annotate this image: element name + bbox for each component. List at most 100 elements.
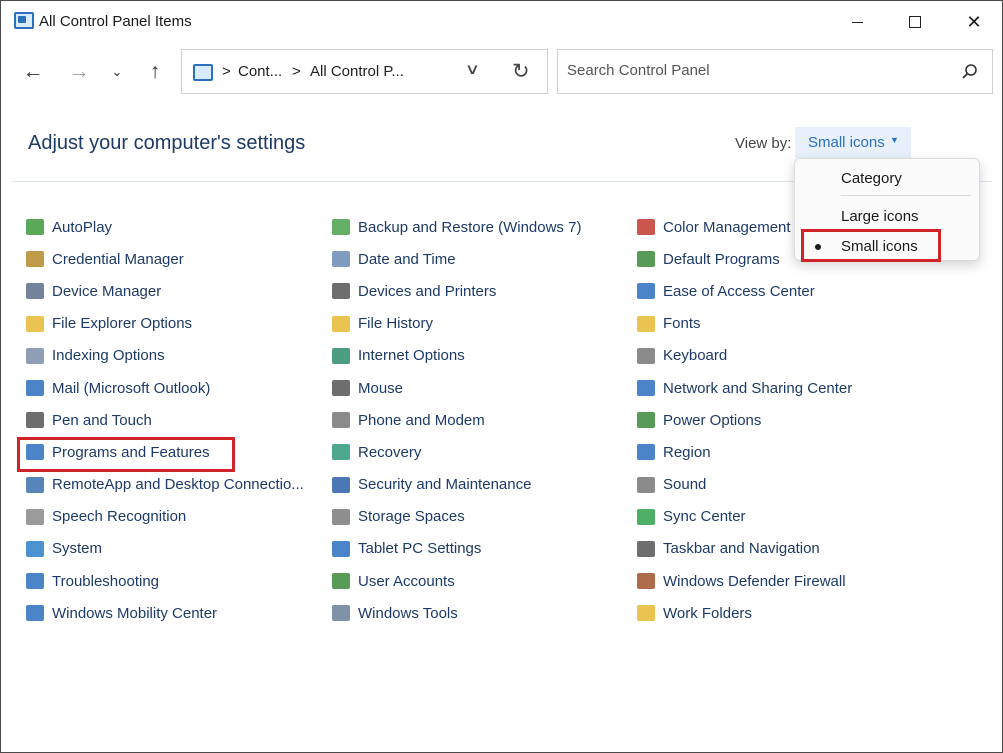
item-label[interactable]: Storage Spaces (358, 508, 465, 525)
control-panel-item[interactable]: Windows Defender Firewall (636, 565, 936, 597)
item-label[interactable]: Indexing Options (52, 347, 165, 364)
control-panel-item[interactable]: AutoPlay (25, 211, 325, 243)
control-panel-item[interactable]: Region (636, 436, 936, 468)
address-bar[interactable]: > Cont... > All Control P... ∨ ↻ (181, 49, 548, 94)
item-label[interactable]: Sound (663, 476, 706, 493)
item-label[interactable]: Mail (Microsoft Outlook) (52, 380, 210, 397)
item-label[interactable]: Security and Maintenance (358, 476, 531, 493)
control-panel-item[interactable]: Keyboard (636, 340, 936, 372)
control-panel-item[interactable]: File History (331, 308, 631, 340)
item-label[interactable]: Color Management (663, 219, 791, 236)
maximize-icon (909, 16, 921, 28)
maximize-button[interactable] (885, 1, 945, 43)
item-label[interactable]: Troubleshooting (52, 573, 159, 590)
control-panel-item[interactable]: Mail (Microsoft Outlook) (25, 372, 325, 404)
control-panel-item[interactable]: Security and Maintenance (331, 469, 631, 501)
item-label[interactable]: Windows Defender Firewall (663, 573, 846, 590)
control-panel-item[interactable]: Windows Mobility Center (25, 597, 325, 629)
item-label[interactable]: Windows Mobility Center (52, 605, 217, 622)
control-panel-item[interactable]: Internet Options (331, 340, 631, 372)
breadcrumb-separator[interactable]: > (292, 63, 301, 80)
item-label[interactable]: Internet Options (358, 347, 465, 364)
item-label[interactable]: Windows Tools (358, 605, 458, 622)
recent-locations-button[interactable]: ⌄ (102, 59, 132, 85)
control-panel-item[interactable]: Ease of Access Center (636, 275, 936, 307)
control-panel-item[interactable]: Power Options (636, 404, 936, 436)
control-panel-item[interactable]: Backup and Restore (Windows 7) (331, 211, 631, 243)
item-label[interactable]: File Explorer Options (52, 315, 192, 332)
control-panel-item[interactable]: Troubleshooting (25, 565, 325, 597)
control-panel-item[interactable]: Mouse (331, 372, 631, 404)
control-panel-item[interactable]: Pen and Touch (25, 404, 325, 436)
item-label[interactable]: Credential Manager (52, 251, 184, 268)
item-label[interactable]: Region (663, 444, 711, 461)
close-button[interactable]: ✕ (944, 1, 1003, 43)
item-label[interactable]: Phone and Modem (358, 412, 485, 429)
item-label[interactable]: Sync Center (663, 508, 746, 525)
control-panel-item[interactable]: Device Manager (25, 275, 325, 307)
refresh-icon[interactable]: ↻ (512, 59, 530, 84)
control-panel-item[interactable]: Recovery (331, 436, 631, 468)
control-panel-item[interactable]: Tablet PC Settings (331, 533, 631, 565)
control-panel-item[interactable]: Sound (636, 469, 936, 501)
control-panel-item[interactable]: Fonts (636, 308, 936, 340)
control-panel-item[interactable]: Taskbar and Navigation (636, 533, 936, 565)
back-button[interactable]: ← (18, 59, 48, 85)
item-label[interactable]: Tablet PC Settings (358, 540, 481, 557)
item-label[interactable]: Device Manager (52, 283, 161, 300)
control-panel-item[interactable]: Devices and Printers (331, 275, 631, 307)
control-panel-item[interactable]: Network and Sharing Center (636, 372, 936, 404)
menu-item-category[interactable]: Category (841, 170, 902, 187)
up-button[interactable]: ↑ (140, 59, 170, 85)
menu-item-large-icons[interactable]: Large icons (841, 208, 919, 225)
search-input[interactable] (567, 62, 947, 79)
search-icon[interactable] (960, 62, 980, 82)
control-panel-icon (14, 12, 34, 29)
breadcrumb-all-items[interactable]: All Control P... (310, 63, 404, 80)
item-label[interactable]: Work Folders (663, 605, 752, 622)
item-label[interactable]: Power Options (663, 412, 761, 429)
control-panel-item[interactable]: Work Folders (636, 597, 936, 629)
control-panel-item[interactable]: User Accounts (331, 565, 631, 597)
item-label[interactable]: Devices and Printers (358, 283, 496, 300)
item-label[interactable]: Backup and Restore (Windows 7) (358, 219, 581, 236)
breadcrumb-separator[interactable]: > (222, 63, 231, 80)
breadcrumb-control-panel[interactable]: Cont... (238, 63, 282, 80)
control-panel-item[interactable]: Windows Tools (331, 597, 631, 629)
item-label[interactable]: Keyboard (663, 347, 727, 364)
item-label[interactable]: Ease of Access Center (663, 283, 815, 300)
control-panel-item[interactable]: System (25, 533, 325, 565)
control-panel-item[interactable]: File Explorer Options (25, 308, 325, 340)
item-label[interactable]: Date and Time (358, 251, 456, 268)
item-label[interactable]: Network and Sharing Center (663, 380, 852, 397)
item-label[interactable]: Default Programs (663, 251, 780, 268)
control-panel-item[interactable]: Date and Time (331, 243, 631, 275)
menu-divider (841, 195, 971, 196)
control-panel-item[interactable]: Speech Recognition (25, 501, 325, 533)
item-label[interactable]: Recovery (358, 444, 421, 461)
item-label[interactable]: System (52, 540, 102, 557)
item-label[interactable]: Mouse (358, 380, 403, 397)
control-panel-item[interactable]: RemoteApp and Desktop Connectio... (25, 469, 325, 501)
minimize-button[interactable] (827, 1, 887, 43)
address-dropdown-icon[interactable]: ∨ (465, 60, 480, 78)
item-label[interactable]: File History (358, 315, 433, 332)
item-label[interactable]: RemoteApp and Desktop Connectio... (52, 476, 304, 493)
item-label[interactable]: AutoPlay (52, 219, 112, 236)
item-label[interactable]: User Accounts (358, 573, 455, 590)
keyboard-icon (636, 346, 656, 366)
view-by-dropdown[interactable]: Small icons ▼ (795, 127, 911, 158)
control-panel-item[interactable]: Phone and Modem (331, 404, 631, 436)
item-label[interactable]: Pen and Touch (52, 412, 152, 429)
item-label[interactable]: Speech Recognition (52, 508, 186, 525)
title-bar[interactable]: All Control Panel Items ✕ (1, 1, 1002, 43)
control-panel-item[interactable]: Credential Manager (25, 243, 325, 275)
search-box[interactable] (557, 49, 993, 94)
control-panel-item[interactable]: Storage Spaces (331, 501, 631, 533)
control-panel-item[interactable]: Indexing Options (25, 340, 325, 372)
item-label[interactable]: Fonts (663, 315, 701, 332)
credential-manager-icon (25, 249, 45, 269)
forward-button[interactable]: → (64, 59, 94, 85)
control-panel-item[interactable]: Sync Center (636, 501, 936, 533)
item-label[interactable]: Taskbar and Navigation (663, 540, 820, 557)
